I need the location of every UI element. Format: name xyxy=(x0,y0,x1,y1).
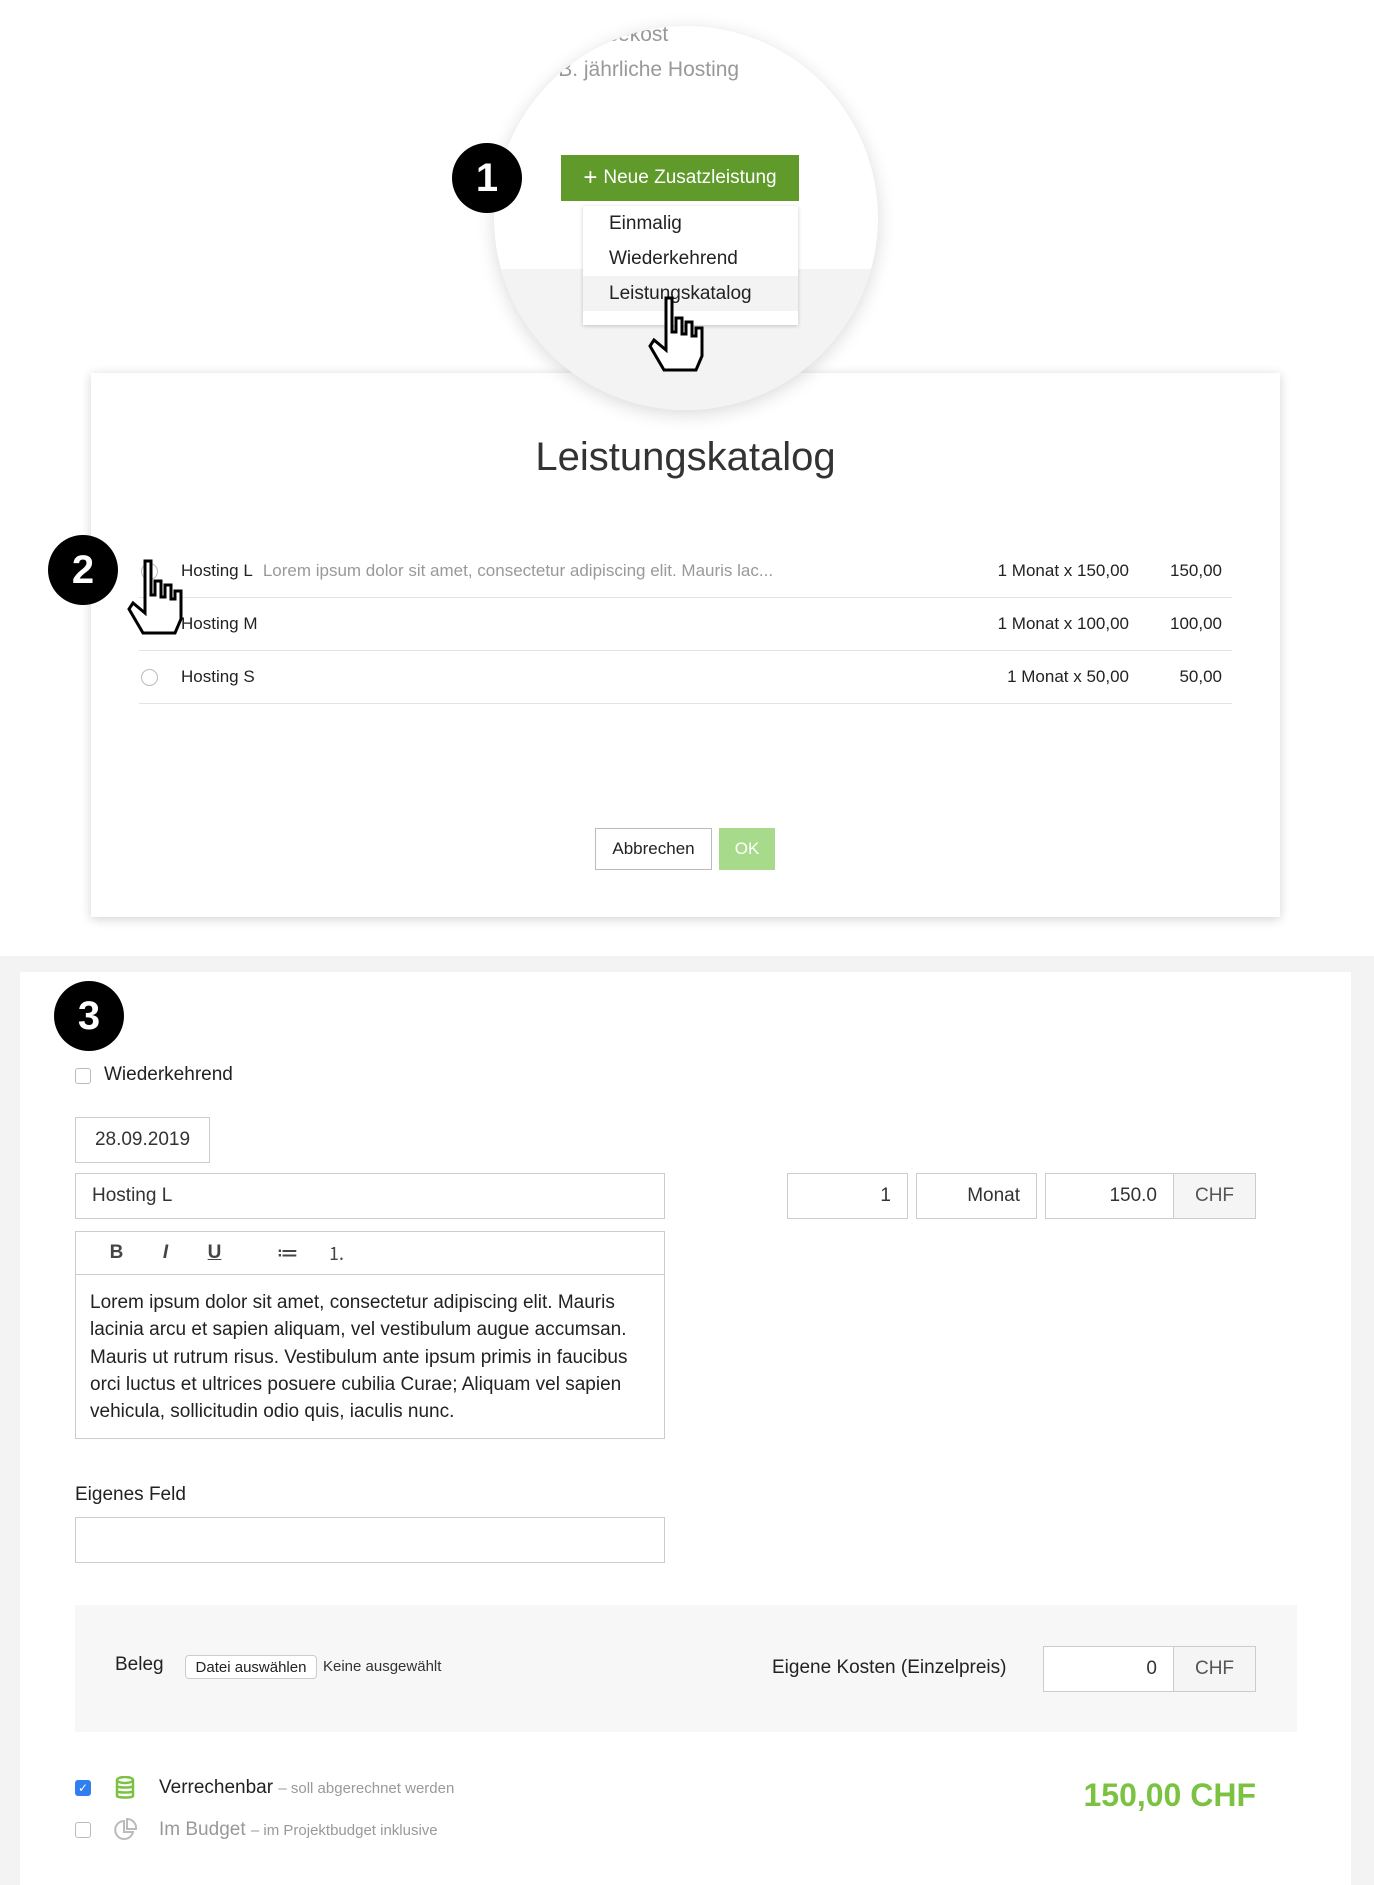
receipt-label: Beleg xyxy=(115,1654,164,1675)
description-text[interactable]: Lorem ipsum dolor sit amet, consectetur … xyxy=(76,1275,664,1439)
quantity-input[interactable]: 1 xyxy=(787,1173,908,1219)
modal-title: Leistungskatalog xyxy=(535,435,836,479)
plus-icon: + xyxy=(583,164,598,191)
own-cost-label: Eigene Kosten (Einzelpreis) xyxy=(772,1657,1007,1678)
row-total: 50,00 xyxy=(1179,667,1222,686)
title-input[interactable]: Hosting L xyxy=(75,1173,665,1219)
row-total: 150,00 xyxy=(1170,561,1222,580)
underline-icon[interactable]: U xyxy=(190,1242,239,1264)
row-total: 100,00 xyxy=(1170,614,1222,633)
catalog-row[interactable]: Hosting M 1 Monat x 100,00 100,00 xyxy=(139,598,1232,651)
italic-icon[interactable]: I xyxy=(141,1242,190,1264)
catalog-row[interactable]: Hosting S 1 Monat x 50,00 50,00 xyxy=(139,651,1232,704)
recurring-checkbox[interactable] xyxy=(75,1068,91,1084)
budget-label: Im Budget xyxy=(159,1819,246,1840)
magnifier-callout: …osten, Reisekost …ende z.B. jährliche H… xyxy=(494,26,878,410)
budget-checkbox[interactable] xyxy=(75,1822,91,1838)
catalog-row[interactable]: Hosting L Lorem ipsum dolor sit amet, co… xyxy=(139,545,1232,598)
hand-cursor-icon xyxy=(648,296,704,372)
hand-cursor-icon xyxy=(127,559,183,635)
budget-hint: – im Projektbudget inklusive xyxy=(250,1822,438,1839)
row-qty: 1 Monat x 150,00 xyxy=(997,561,1129,580)
hint-line-1: …osten, Reisekost xyxy=(494,26,669,46)
row-qty: 1 Monat x 100,00 xyxy=(997,614,1129,633)
hint-rest: z.B. jährliche Hosting xyxy=(541,58,740,81)
own-cost-input[interactable]: 0 xyxy=(1043,1646,1174,1692)
currency-addon: CHF xyxy=(1173,1173,1256,1219)
menu-item-einmalig[interactable]: Einmalig xyxy=(583,206,798,241)
numbered-list-icon[interactable]: ⒈ xyxy=(312,1240,361,1266)
step-badge-1: 1 xyxy=(452,143,522,213)
description-editor: B I U ≔ ⒈ Lorem ipsum dolor sit amet, co… xyxy=(75,1231,665,1439)
recurring-label: Wiederkehrend xyxy=(104,1064,233,1085)
bullet-list-icon[interactable]: ≔ xyxy=(263,1240,312,1266)
menu-item-wiederkehrend[interactable]: Wiederkehrend xyxy=(583,241,798,276)
step-badge-2: 2 xyxy=(48,535,118,605)
hint-bold: …ende xyxy=(494,58,537,81)
custom-field-input[interactable] xyxy=(75,1517,665,1563)
step-badge-3: 3 xyxy=(54,981,124,1051)
billable-checkbox[interactable]: ✓ xyxy=(75,1780,91,1796)
custom-field-label: Eigenes Feld xyxy=(75,1484,186,1505)
total-amount: 150,00 CHF xyxy=(1083,1777,1256,1813)
price-input[interactable]: 150.0 xyxy=(1045,1173,1174,1219)
service-catalog-modal: Leistungskatalog Hosting L Lorem ipsum d… xyxy=(91,373,1280,917)
cancel-button[interactable]: Abbrechen xyxy=(595,828,712,870)
new-service-label: Neue Zusatzleistung xyxy=(603,167,777,188)
pie-chart-icon xyxy=(114,1818,138,1840)
row-radio[interactable] xyxy=(141,668,158,686)
choose-file-button[interactable]: Datei auswählen xyxy=(185,1655,317,1679)
billable-label: Verrechenbar xyxy=(159,1777,274,1798)
hint-line-2: …ende z.B. jährliche Hosting xyxy=(494,58,739,82)
file-status: Keine ausgewählt xyxy=(323,1658,442,1675)
new-service-button[interactable]: + Neue Zusatzleistung xyxy=(561,155,799,201)
budget-row: Im Budget – im Projektbudget inklusive xyxy=(159,1819,438,1841)
billable-hint: – soll abgerechnet werden xyxy=(278,1780,455,1797)
row-description: Lorem ipsum dolor sit amet, consectetur … xyxy=(262,561,774,580)
row-name: Hosting S xyxy=(181,667,255,686)
own-cost-currency: CHF xyxy=(1173,1646,1256,1692)
billable-row: Verrechenbar – soll abgerechnet werden xyxy=(159,1777,454,1799)
bold-icon[interactable]: B xyxy=(92,1242,141,1264)
row-qty: 1 Monat x 50,00 xyxy=(1007,667,1129,686)
ok-button[interactable]: OK xyxy=(719,828,775,870)
unit-input[interactable]: Monat xyxy=(916,1173,1037,1219)
coins-icon xyxy=(115,1776,135,1799)
editor-toolbar: B I U ≔ ⒈ xyxy=(76,1232,664,1275)
date-input[interactable]: 28.09.2019 xyxy=(75,1117,210,1163)
